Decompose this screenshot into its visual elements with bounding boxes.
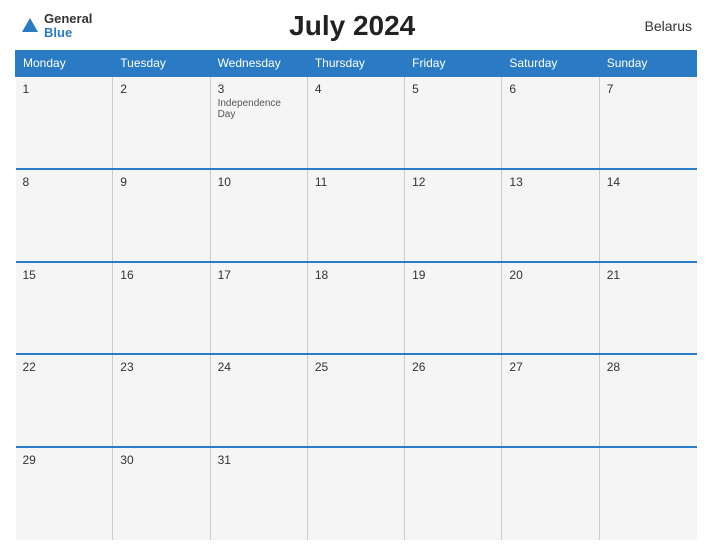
calendar-header: General Blue July 2024 Belarus [15, 10, 697, 42]
day-cell: 8 [16, 169, 113, 262]
day-cell: 31 [210, 447, 307, 540]
day-number: 5 [412, 82, 494, 96]
day-cell: 23 [113, 354, 210, 447]
day-number: 13 [509, 175, 591, 189]
day-cell [502, 447, 599, 540]
day-cell: 22 [16, 354, 113, 447]
day-cell: 29 [16, 447, 113, 540]
day-cell: 21 [599, 262, 696, 355]
day-cell [599, 447, 696, 540]
day-cell: 17 [210, 262, 307, 355]
day-cell: 4 [307, 76, 404, 169]
day-number: 3 [218, 82, 300, 96]
day-number: 18 [315, 268, 397, 282]
day-number: 15 [23, 268, 106, 282]
day-cell: 13 [502, 169, 599, 262]
day-cell: 16 [113, 262, 210, 355]
day-cell: 5 [405, 76, 502, 169]
day-cell: 10 [210, 169, 307, 262]
day-cell: 9 [113, 169, 210, 262]
logo-text: General Blue [44, 12, 92, 41]
day-number: 2 [120, 82, 202, 96]
calendar-title: July 2024 [92, 10, 612, 42]
week-row-5: 29 30 31 [16, 447, 697, 540]
day-cell: 30 [113, 447, 210, 540]
week-row-4: 22 23 24 25 26 27 28 [16, 354, 697, 447]
day-number: 19 [412, 268, 494, 282]
day-number: 22 [23, 360, 106, 374]
col-wednesday: Wednesday [210, 51, 307, 77]
calendar-table: Monday Tuesday Wednesday Thursday Friday… [15, 50, 697, 540]
day-number: 1 [23, 82, 106, 96]
day-cell: 2 [113, 76, 210, 169]
day-cell: 3 Independence Day [210, 76, 307, 169]
calendar-body: 123Independence Day456789101112131415161… [16, 76, 697, 540]
day-number: 20 [509, 268, 591, 282]
day-number: 12 [412, 175, 494, 189]
day-cell: 18 [307, 262, 404, 355]
logo-general-text: General [44, 12, 92, 26]
header-row: Monday Tuesday Wednesday Thursday Friday… [16, 51, 697, 77]
day-cell: 12 [405, 169, 502, 262]
day-number: 27 [509, 360, 591, 374]
day-number: 21 [607, 268, 690, 282]
day-number: 31 [218, 453, 300, 467]
col-tuesday: Tuesday [113, 51, 210, 77]
day-cell: 27 [502, 354, 599, 447]
day-number: 14 [607, 175, 690, 189]
day-cell: 1 [16, 76, 113, 169]
day-number: 24 [218, 360, 300, 374]
day-number: 4 [315, 82, 397, 96]
day-cell: 28 [599, 354, 696, 447]
day-number: 23 [120, 360, 202, 374]
logo: General Blue [20, 12, 92, 41]
week-row-3: 15 16 17 18 19 20 21 [16, 262, 697, 355]
day-number: 8 [23, 175, 106, 189]
logo-blue-text: Blue [44, 26, 92, 40]
holiday-name: Independence Day [218, 98, 300, 120]
day-cell [405, 447, 502, 540]
day-cell: 24 [210, 354, 307, 447]
day-number: 26 [412, 360, 494, 374]
day-number: 6 [509, 82, 591, 96]
col-friday: Friday [405, 51, 502, 77]
day-cell: 6 [502, 76, 599, 169]
logo-icon [20, 16, 40, 36]
col-monday: Monday [16, 51, 113, 77]
day-cell: 20 [502, 262, 599, 355]
day-number: 17 [218, 268, 300, 282]
week-row-2: 89 10 11 12 13 14 [16, 169, 697, 262]
day-cell [307, 447, 404, 540]
day-number: 11 [315, 175, 397, 189]
col-saturday: Saturday [502, 51, 599, 77]
week-row-1: 12 3 Independence Day 4 5 6 7 [16, 76, 697, 169]
day-cell: 11 [307, 169, 404, 262]
day-number: 10 [218, 175, 300, 189]
day-number: 29 [23, 453, 106, 467]
day-number: 28 [607, 360, 690, 374]
day-number: 9 [120, 175, 202, 189]
day-number: 16 [120, 268, 202, 282]
calendar-thead: Monday Tuesday Wednesday Thursday Friday… [16, 51, 697, 77]
day-number: 25 [315, 360, 397, 374]
day-cell: 25 [307, 354, 404, 447]
day-cell: 15 [16, 262, 113, 355]
calendar-country: Belarus [612, 18, 692, 34]
day-cell: 14 [599, 169, 696, 262]
day-cell: 7 [599, 76, 696, 169]
day-number: 7 [607, 82, 690, 96]
col-thursday: Thursday [307, 51, 404, 77]
day-cell: 19 [405, 262, 502, 355]
day-number: 30 [120, 453, 202, 467]
calendar-container: General Blue July 2024 Belarus Monday Tu… [0, 0, 712, 550]
day-cell: 26 [405, 354, 502, 447]
col-sunday: Sunday [599, 51, 696, 77]
